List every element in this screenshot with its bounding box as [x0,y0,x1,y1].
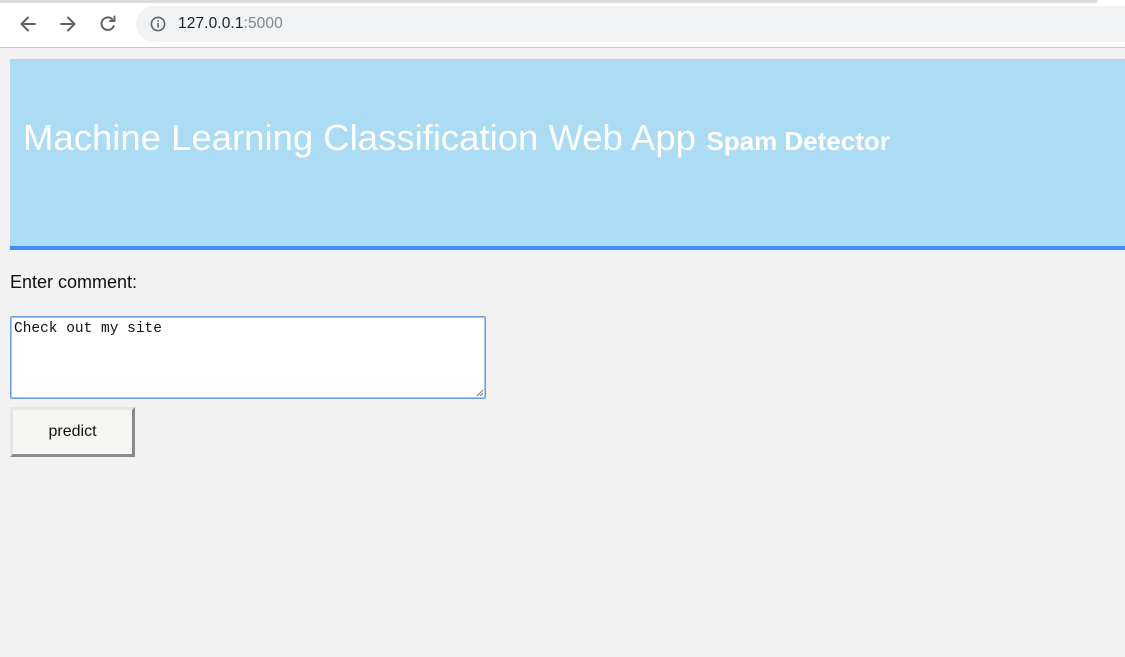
reload-icon [100,15,116,31]
header-banner: Machine Learning Classification Web App … [10,59,1125,250]
back-button[interactable] [14,10,42,38]
address-bar[interactable]: 127.0.0.1:5000 [136,6,1125,42]
arrow-right-icon [60,16,76,32]
forward-button[interactable] [54,10,82,38]
page-title: Machine Learning Classification Web App … [23,117,890,159]
info-icon[interactable] [150,16,166,32]
url-host: 127.0.0.1 [178,15,244,32]
reload-button[interactable] [94,10,122,38]
tab-strip-edge [0,0,1098,3]
predict-button[interactable]: predict [10,407,135,457]
resize-grip-icon[interactable] [474,387,484,397]
app-title: Machine Learning Classification Web App [23,117,696,158]
comment-textarea[interactable]: Check out my site [10,316,486,399]
page-body: Machine Learning Classification Web App … [0,49,1125,657]
browser-toolbar: 127.0.0.1:5000 [0,0,1125,48]
app-subtitle: Spam Detector [706,126,890,156]
comment-label: Enter comment: [10,272,138,292]
url-port: :5000 [243,15,283,32]
url-text: 127.0.0.1:5000 [178,15,283,33]
arrow-left-icon [20,16,36,32]
